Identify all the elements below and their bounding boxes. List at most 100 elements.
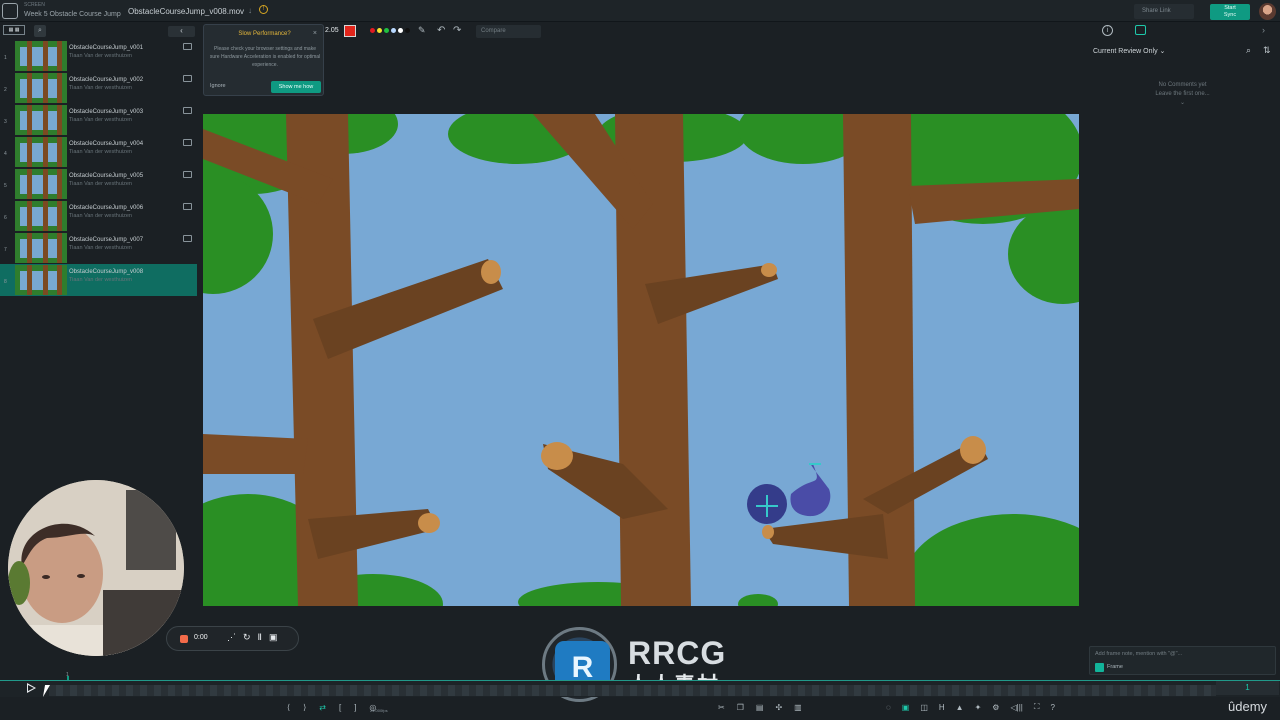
version-author: Tiaan Van der westhuizen [69,181,132,187]
version-title: ObstacleCourseJump_v005 [69,173,144,179]
comment-icon[interactable] [183,235,192,242]
show-me-how-button[interactable]: Show me how [271,81,321,93]
in-point-icon[interactable]: [ [339,703,341,712]
version-row-3[interactable]: 3 ObstacleCourseJump_v003 Tiaan Van der … [0,104,197,136]
cut-icon[interactable]: ✂ [718,703,725,712]
dialog-message: Please check your browser settings and m… [209,46,321,68]
color-blue[interactable] [391,28,396,33]
file-name: ObstacleCourseJump_v008.mov [128,7,245,16]
video-frame[interactable] [203,114,1079,606]
channel-icon[interactable]: H [939,703,945,712]
project-title[interactable]: Week 5 Obstacle Course Jump [24,11,121,18]
timeline-marker-label: 1 [66,672,69,678]
restart-icon[interactable]: ↻ [243,632,251,643]
version-list: 1 ObstacleCourseJump_v001 Tiaan Van der … [0,40,197,296]
version-title: ObstacleCourseJump_v002 [69,77,144,83]
comment-icon[interactable] [183,203,192,210]
timeline[interactable] [0,680,1280,697]
start-sync-button[interactable]: Start Sync [1210,4,1250,20]
delete-icon[interactable]: ▥ [794,703,802,712]
share-link-button[interactable]: Share Link [1134,4,1194,19]
stop-recording-button[interactable] [180,635,188,643]
version-row-6[interactable]: 6 ObstacleCourseJump_v006 Tiaan Van der … [0,200,197,232]
comment-icon[interactable] [183,139,192,146]
color-yellow[interactable] [377,28,382,33]
row-number: 6 [4,215,7,221]
color-black[interactable] [405,28,410,33]
next-frame-icon[interactable]: ⟩ [303,703,306,712]
annotation-icon[interactable]: ✦ [975,703,982,712]
comments-icon[interactable] [1135,25,1146,35]
frame-counter[interactable]: 1 [1216,681,1279,695]
avatar[interactable] [1259,3,1276,20]
search-icon[interactable]: ⌕ [34,25,46,37]
version-thumbnail [15,265,67,295]
info-icon[interactable]: i [1102,25,1113,36]
hide-icon[interactable]: ◌ [886,703,891,712]
row-number: 7 [4,247,7,253]
fullscreen-icon[interactable]: ⛶ [1034,702,1040,712]
row-number: 5 [4,183,7,189]
empty-comments-line1: No Comments yet [1158,82,1207,88]
version-row-2[interactable]: 2 ObstacleCourseJump_v002 Tiaan Van der … [0,72,197,104]
zoom-level[interactable]: 2.05 [325,27,339,34]
view-tools: ◌ ▣ ◫ H ▲ ✦ ⚙ ◁||| ⛶ ? [886,700,1055,714]
mirror-icon[interactable]: ▲ [956,703,964,712]
timeline-track[interactable] [49,685,1216,696]
help-icon[interactable]: ? [1050,703,1054,712]
comment-icon[interactable] [183,107,192,114]
sort-icon[interactable]: ⇅ [1263,45,1271,56]
color-green[interactable] [384,28,389,33]
watermark-letters: RRCG [628,635,727,671]
compare-select[interactable]: Compare [476,25,541,38]
color-red[interactable] [370,28,375,33]
paste-icon[interactable]: ▤ [756,703,764,712]
row-number: 3 [4,119,7,125]
row-number: 1 [4,55,7,61]
playback-tools: ⟨ ⟩ ⇄ [ ] ◎ [287,700,376,714]
volume-icon[interactable]: ◁||| [1010,703,1022,712]
editing-tools: ✂ ❐ ▤ ✣ ▥ [718,700,802,714]
previous-frame-icon[interactable]: ⟨ [287,703,290,712]
undo-icon[interactable]: ↶ [437,25,445,36]
lock-icon[interactable]: ▣ [902,703,910,712]
pause-icon[interactable]: Ⅱ [258,632,262,643]
recording-time: 0:00 [194,634,208,641]
comment-icon[interactable] [183,171,192,178]
version-row-7[interactable]: 7 ObstacleCourseJump_v007 Tiaan Van der … [0,232,197,264]
grid-icon[interactable]: ⋰ [227,632,236,643]
comment-icon[interactable] [183,43,192,50]
viewer-toolbar: ▦ ▦ ⌕ ‹ 2.05 ✎ ↶ ↷ Compare [0,22,1280,40]
version-row-5[interactable]: 5 ObstacleCourseJump_v005 Tiaan Van der … [0,168,197,200]
out-point-icon[interactable]: ] [354,703,356,712]
guide-icon[interactable]: ◫ [920,703,928,712]
grid-view-icon[interactable]: ▦ ▦ [3,25,25,35]
back-button[interactable]: ‹ [168,26,195,37]
empty-comments-message: No Comments yet Leave the first one... ⌄ [1120,81,1245,108]
comment-search-icon[interactable]: ⌕ [1246,45,1251,56]
split-icon[interactable]: ✣ [775,703,782,712]
close-icon[interactable]: × [313,30,317,37]
trash-icon[interactable]: ▣ [269,632,278,643]
download-icon[interactable]: ↓ [248,6,252,15]
loop-icon[interactable]: ⇄ [319,703,326,712]
warning-icon[interactable]: ! [259,5,268,14]
frame-note-input[interactable]: Add frame note, mention with "@"... Fram… [1089,646,1276,675]
brush-color-swatch[interactable] [344,25,356,37]
color-white[interactable] [398,28,403,33]
ignore-button[interactable]: Ignore [210,83,226,89]
review-filter-dropdown[interactable]: Current Review Only ⌄ [1093,47,1165,55]
frame-checkbox[interactable] [1095,663,1104,672]
pen-icon[interactable]: ✎ [418,25,426,36]
version-row-1[interactable]: 1 ObstacleCourseJump_v001 Tiaan Van der … [0,40,197,72]
redo-icon[interactable]: ↷ [453,25,461,36]
collapse-panel-icon[interactable]: › [1262,25,1265,35]
copy-icon[interactable]: ❐ [737,703,744,712]
version-row-4[interactable]: 4 ObstacleCourseJump_v004 Tiaan Van der … [0,136,197,168]
comment-icon[interactable] [183,75,192,82]
version-thumbnail [15,73,67,103]
settings-icon[interactable]: ⚙ [992,703,999,712]
version-thumbnail [15,169,67,199]
version-title: ObstacleCourseJump_v007 [69,237,144,243]
version-row-8[interactable]: 8 ObstacleCourseJump_v008 Tiaan Van der … [0,264,197,296]
